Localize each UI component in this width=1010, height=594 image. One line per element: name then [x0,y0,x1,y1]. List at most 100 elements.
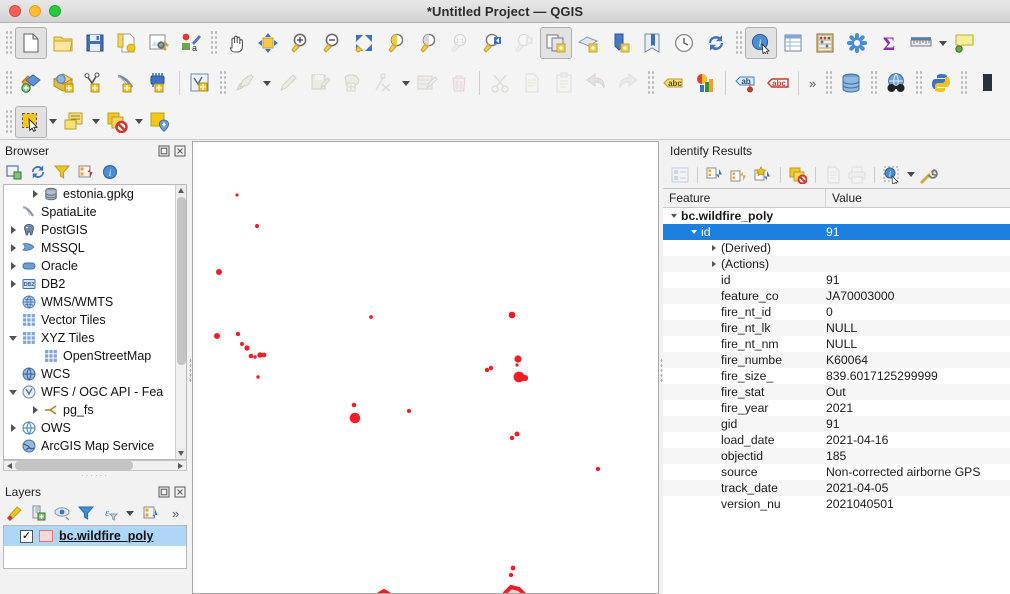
identify-row[interactable]: (Derived) [663,240,1010,256]
wildfire-point-feature[interactable] [216,269,222,275]
identify-row[interactable]: version_nu 2021040501 [663,496,1010,512]
deselect-features-button[interactable] [101,106,133,138]
expand-all-icon[interactable] [142,505,159,522]
chevron-right-icon[interactable] [6,226,20,234]
wildfire-point-feature[interactable] [261,352,267,358]
clear-results-icon[interactable] [787,164,809,186]
browser-item[interactable]: estonia.gpkg [4,185,175,203]
deselect-dropdown[interactable] [133,106,144,138]
expand-new-results-icon[interactable] [704,164,726,186]
add-layer-icon[interactable] [5,164,22,181]
wildfire-point-feature[interactable] [349,412,361,424]
label-toolbar-overflow[interactable]: » [803,76,822,91]
toolbar-grip[interactable] [915,70,923,96]
layout-manager-button[interactable] [636,27,668,59]
identify-row[interactable]: fire_nt_lk NULL [663,320,1010,336]
select-location-button[interactable] [144,106,176,138]
scroll-down-icon[interactable] [175,448,186,459]
add-postgis-layer-button[interactable] [143,67,175,99]
wildfire-point-feature[interactable] [235,331,241,337]
chevron-down-icon[interactable] [687,230,701,234]
pan-to-selection-button[interactable] [252,27,284,59]
close-panel-button[interactable] [173,485,186,498]
identify-row[interactable]: feature_co JA70003000 [663,288,1010,304]
identify-row[interactable]: objectid 185 [663,448,1010,464]
filter-funnel-icon[interactable] [53,164,70,181]
project-properties-button[interactable] [143,27,175,59]
printer-icon[interactable] [846,164,868,186]
chevron-down-icon[interactable] [6,389,20,395]
cut-features-button[interactable] [484,67,516,99]
new-map-view-button[interactable] [540,27,572,59]
vertex-tool-dropdown[interactable] [400,67,411,99]
wildfire-point-feature[interactable] [214,333,220,339]
wildfire-point-feature[interactable] [521,374,529,382]
expand-all-star-icon[interactable] [752,164,774,186]
chevron-right-icon[interactable] [707,245,721,251]
measure-button[interactable] [905,27,937,59]
add-group-icon[interactable] [29,505,46,522]
new-3d-map-view-button[interactable] [572,27,604,59]
layer-visibility-checkbox[interactable]: ✓ [20,529,33,543]
browser-item[interactable]: PostGIS [4,221,175,239]
browser-item[interactable]: DB2 DB2 [4,275,175,293]
map-canvas[interactable] [192,141,659,594]
add-spatialite-layer-button[interactable] [111,67,143,99]
float-panel-button[interactable] [157,144,170,157]
chevron-down-icon[interactable] [6,335,20,341]
refresh-icon[interactable] [29,164,46,181]
identify-row[interactable]: id 91 [663,224,1010,240]
wildfire-point-feature[interactable] [510,565,516,571]
browser-horizontal-scrollbar[interactable] [3,460,187,471]
paintbrush-icon[interactable] [5,505,22,522]
wildfire-point-feature[interactable] [248,353,254,359]
wildfire-point-feature[interactable] [488,365,494,371]
copy-icon[interactable] [822,164,844,186]
chevron-right-icon[interactable] [6,424,20,432]
select-features-dropdown[interactable] [47,106,58,138]
metasearch-button[interactable] [880,67,912,99]
chevron-right-icon[interactable] [6,262,20,270]
identify-features-button[interactable]: i [745,27,777,59]
scroll-up-icon[interactable] [175,185,186,196]
python-console-button[interactable] [925,67,957,99]
wildfire-point-feature[interactable] [369,315,373,319]
paste-features-button[interactable] [548,67,580,99]
column-header-feature[interactable]: Feature [669,191,710,205]
chevron-right-icon[interactable] [707,261,721,267]
toolbar-grip[interactable] [210,30,217,56]
pin-labels-button[interactable]: ab [730,67,762,99]
toolbar-grip[interactable] [960,70,968,96]
identify-row[interactable]: fire_size_ 839.6017125299999 [663,368,1010,384]
vertex-tool-button[interactable] [368,67,400,99]
float-panel-button[interactable] [157,485,170,498]
browser-item[interactable]: MSSQL [4,239,175,257]
scroll-left-icon[interactable] [4,461,15,470]
identify-mode-icon[interactable]: i [881,164,903,186]
chevron-right-icon[interactable] [6,280,20,288]
map-tips-button[interactable] [948,27,980,59]
current-edits-button[interactable] [272,67,304,99]
layer-name[interactable]: bc.wildfire_poly [59,529,153,543]
processing-toolbox-button[interactable] [841,27,873,59]
identify-row[interactable]: fire_nt_nm NULL [663,336,1010,352]
delete-selected-button[interactable] [443,67,475,99]
chevron-right-icon[interactable] [28,406,42,414]
column-header-value[interactable]: Value [832,191,862,205]
new-print-layout-button[interactable] [604,27,636,59]
identify-row[interactable]: fire_nt_id 0 [663,304,1010,320]
overflow-edge-button[interactable] [970,67,1002,99]
identify-results-table[interactable]: Feature Value bc.wildfire_poly id 91 (Deriv… [663,188,1010,594]
toggle-editing-dropdown[interactable] [261,67,272,99]
open-project-button[interactable] [47,27,79,59]
chevron-down-icon[interactable] [125,505,135,522]
collapse-all-icon[interactable] [77,164,94,181]
measure-dropdown[interactable] [937,27,948,59]
save-project-button[interactable] [79,27,111,59]
browser-item[interactable]: WFS / OGC API - Fea [4,383,175,401]
identify-row[interactable]: id 91 [663,272,1010,288]
browser-item[interactable]: OpenStreetMap [4,347,175,365]
toolbar-grip[interactable] [5,70,12,96]
wildfire-point-feature[interactable] [508,311,516,319]
add-delimited-text-layer-button[interactable] [79,67,111,99]
